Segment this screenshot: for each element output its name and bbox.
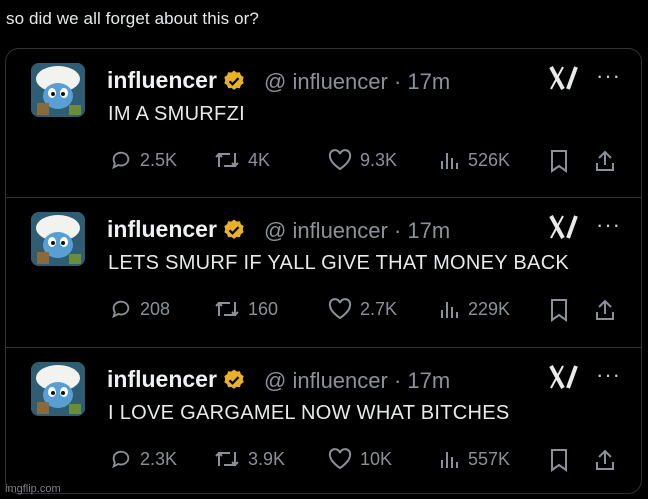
avatar[interactable] xyxy=(31,212,85,266)
more-icon[interactable]: ··· xyxy=(596,362,621,388)
display-name[interactable]: influencer xyxy=(107,366,246,393)
tweet-text: I LOVE GARGAMEL NOW WHAT BITCHES xyxy=(108,402,510,424)
tweet-thread: influencer @ influencer · 17m ··· IM A S… xyxy=(5,48,642,494)
display-name-text: influencer xyxy=(107,216,217,242)
reply-icon xyxy=(112,151,130,170)
share-icon xyxy=(596,299,614,320)
like-button[interactable]: 9.3K xyxy=(328,149,397,171)
handle-time[interactable]: @ influencer · 17m xyxy=(264,218,450,244)
bookmark-icon xyxy=(551,299,567,322)
bookmark-button[interactable] xyxy=(549,448,577,472)
tweet[interactable]: influencer @ influencer · 17m ··· I LOVE… xyxy=(6,347,641,493)
views-icon xyxy=(441,153,458,169)
share-icon xyxy=(596,150,614,171)
like-icon xyxy=(328,298,352,320)
handle-time[interactable]: @ influencer · 17m xyxy=(264,368,450,394)
bookmark-icon xyxy=(551,150,567,173)
tweet-actions: 2.5K 4K 9.3K 526K xyxy=(6,149,641,179)
share-button[interactable] xyxy=(594,298,624,322)
views-icon xyxy=(441,302,458,318)
views-button[interactable]: 526K xyxy=(438,149,510,171)
like-icon xyxy=(328,448,352,470)
share-icon xyxy=(596,449,614,470)
retweet-button[interactable]: 160 xyxy=(214,298,278,320)
avatar[interactable] xyxy=(31,63,85,117)
display-name-text: influencer xyxy=(107,366,217,392)
bookmark-icon xyxy=(551,449,567,472)
retweet-icon xyxy=(215,152,239,168)
retweet-icon xyxy=(215,451,239,467)
retweet-button[interactable]: 4K xyxy=(214,149,270,171)
watermark: imgflip.com xyxy=(5,483,61,495)
like-button[interactable]: 10K xyxy=(328,448,392,470)
bookmark-button[interactable] xyxy=(549,298,577,322)
display-name-text: influencer xyxy=(107,67,217,93)
tweet-text: IM A SMURFZI xyxy=(108,103,245,125)
retweet-count: 160 xyxy=(248,298,279,319)
like-button[interactable]: 2.7K xyxy=(328,298,397,320)
x-logo-icon xyxy=(549,66,578,90)
post-caption: so did we all forget about this or? xyxy=(6,9,259,28)
verified-badge-icon xyxy=(224,219,244,239)
like-count: 10K xyxy=(360,448,393,469)
x-logo-icon xyxy=(549,365,578,389)
reply-count: 2.3K xyxy=(140,448,178,469)
views-button[interactable]: 229K xyxy=(438,298,510,320)
handle-time[interactable]: @ influencer · 17m xyxy=(264,69,450,95)
avatar[interactable] xyxy=(31,362,85,416)
reply-count: 208 xyxy=(140,298,171,319)
retweet-count: 4K xyxy=(248,149,271,170)
like-count: 9.3K xyxy=(360,149,398,170)
reply-icon xyxy=(112,300,130,319)
bookmark-button[interactable] xyxy=(549,149,577,173)
like-count: 2.7K xyxy=(360,298,398,319)
tweet-actions: 2.3K 3.9K 10K 557K xyxy=(6,448,641,478)
views-count: 557K xyxy=(468,448,511,469)
verified-badge-icon xyxy=(224,70,244,90)
display-name[interactable]: influencer xyxy=(107,67,246,94)
retweet-count: 3.9K xyxy=(248,448,286,469)
reply-button[interactable]: 208 xyxy=(110,298,170,320)
views-button[interactable]: 557K xyxy=(438,448,510,470)
reply-button[interactable]: 2.5K xyxy=(110,149,177,171)
reply-button[interactable]: 2.3K xyxy=(110,448,177,470)
reply-icon xyxy=(112,450,130,469)
tweet-text: LETS SMURF IF YALL GIVE THAT MONEY BACK xyxy=(108,252,570,274)
retweet-button[interactable]: 3.9K xyxy=(214,448,285,470)
more-icon[interactable]: ··· xyxy=(596,63,621,89)
views-count: 229K xyxy=(468,298,511,319)
views-icon xyxy=(441,452,458,468)
tweet-actions: 208 160 2.7K 229K xyxy=(6,298,641,328)
views-count: 526K xyxy=(468,149,511,170)
retweet-icon xyxy=(215,301,239,317)
x-logo-icon xyxy=(549,215,578,239)
reply-count: 2.5K xyxy=(140,149,178,170)
tweet[interactable]: influencer @ influencer · 17m ··· IM A S… xyxy=(6,49,641,199)
tweet[interactable]: influencer @ influencer · 17m ··· LETS S… xyxy=(6,197,641,347)
share-button[interactable] xyxy=(594,448,624,472)
like-icon xyxy=(328,149,352,171)
display-name[interactable]: influencer xyxy=(107,216,246,243)
more-icon[interactable]: ··· xyxy=(596,212,621,238)
verified-badge-icon xyxy=(224,369,244,389)
share-button[interactable] xyxy=(594,149,624,173)
